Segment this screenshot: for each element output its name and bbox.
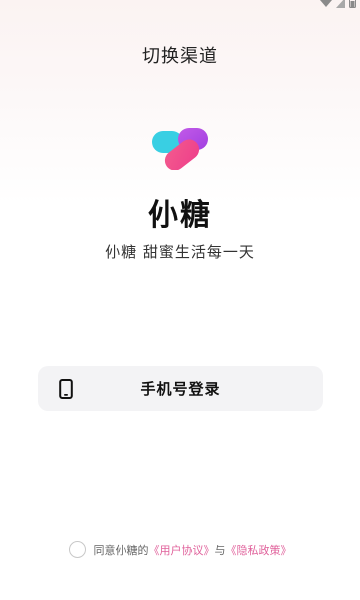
signal-icon — [336, 0, 345, 8]
battery-icon — [349, 0, 356, 8]
status-icons — [320, 0, 356, 8]
privacy-policy-link[interactable]: 《隐私政策》 — [226, 542, 292, 558]
agreement-row: 同意仦糖的 《用户协议》 与 《隐私政策》 — [0, 541, 360, 558]
user-agreement-link[interactable]: 《用户协议》 — [149, 542, 215, 558]
app-logo — [152, 128, 208, 170]
phone-login-label: 手机号登录 — [140, 380, 221, 398]
agree-checkbox[interactable] — [68, 541, 86, 558]
app-tagline: 仦糖 甜蜜生活每一天 — [105, 243, 255, 261]
app-name: 仦糖 — [148, 198, 212, 233]
page-title[interactable]: 切换渠道 — [0, 42, 360, 68]
phone-icon — [59, 379, 73, 399]
agreement-prefix: 同意仦糖的 — [93, 543, 149, 557]
phone-login-button[interactable]: 手机号登录 — [38, 366, 323, 411]
agreement-connector: 与 — [214, 543, 226, 557]
wifi-icon — [320, 0, 332, 7]
status-bar — [0, 0, 360, 10]
